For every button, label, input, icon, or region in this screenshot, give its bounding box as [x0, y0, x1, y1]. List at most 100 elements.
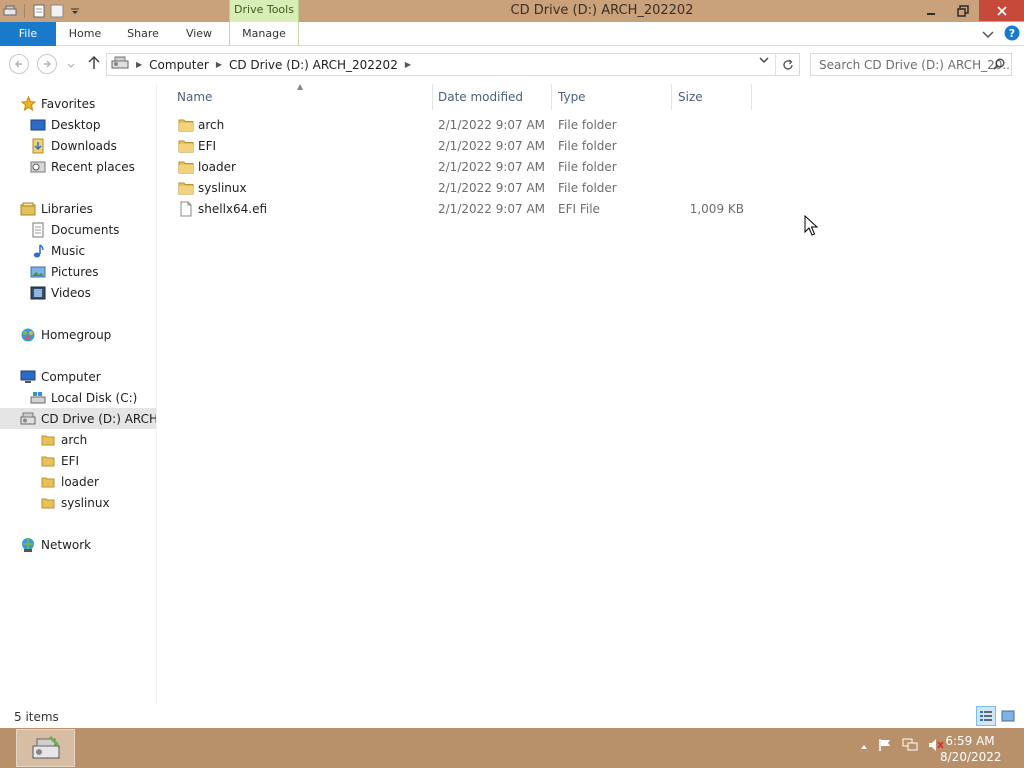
window-controls — [915, 0, 1024, 21]
tab-share[interactable]: Share — [120, 22, 166, 46]
file-row[interactable]: loader 2/1/2022 9:07 AM File folder — [176, 157, 756, 178]
column-type[interactable]: Type — [558, 90, 586, 104]
file-date: 2/1/2022 9:07 AM — [438, 160, 546, 174]
nav-cd-drive[interactable]: CD Drive (D:) ARCH_ — [0, 408, 157, 429]
nav-videos[interactable]: Videos — [30, 282, 91, 303]
close-button[interactable] — [979, 0, 1024, 21]
network-icon — [20, 537, 36, 553]
address-dropdown-icon[interactable] — [759, 56, 769, 67]
nav-music[interactable]: Music — [30, 240, 85, 261]
clock[interactable]: 6:59 AM 8/20/2022 — [940, 733, 1002, 765]
downloads-icon — [30, 138, 46, 154]
show-hidden-icons-icon[interactable] — [860, 740, 868, 753]
nav-label: Music — [51, 243, 86, 258]
nav-local-disk[interactable]: Local Disk (C:) — [30, 387, 137, 408]
nav-desktop[interactable]: Desktop — [30, 114, 101, 135]
mouse-cursor-icon — [804, 214, 819, 240]
nav-recent-places[interactable]: Recent places — [30, 156, 135, 177]
cd-drive-icon — [20, 411, 36, 427]
search-box[interactable]: Search CD Drive (D:) ARCH_20... — [810, 53, 1012, 76]
nav-label: Documents — [51, 222, 120, 237]
tab-view[interactable]: View — [176, 22, 222, 46]
column-headers: ▲ Name Date modified Type Size — [170, 82, 770, 110]
network-status-icon[interactable] — [902, 738, 918, 755]
nav-folder-efi[interactable]: EFI — [40, 450, 79, 471]
nav-libraries[interactable]: Libraries — [20, 198, 93, 219]
column-divider[interactable] — [671, 84, 672, 110]
nav-folder-syslinux[interactable]: syslinux — [40, 492, 110, 513]
recent-locations-icon[interactable] — [67, 58, 75, 72]
breadcrumb-separator-icon[interactable]: ▶ — [402, 60, 414, 69]
recent-places-icon — [30, 159, 46, 175]
nav-favorites[interactable]: Favorites — [20, 93, 95, 114]
tab-manage[interactable]: Manage — [229, 22, 299, 46]
nav-computer[interactable]: Computer — [20, 366, 101, 387]
forward-button[interactable] — [37, 54, 57, 74]
breadcrumb-separator-icon[interactable]: ▶ — [133, 60, 145, 69]
column-name[interactable]: Name — [177, 90, 212, 104]
nav-label: syslinux — [61, 495, 110, 510]
up-arrow-icon — [88, 55, 100, 69]
breadcrumb-computer[interactable]: Computer — [145, 58, 213, 72]
view-switcher — [976, 706, 1018, 726]
file-row[interactable]: syslinux 2/1/2022 9:07 AM File folder — [176, 178, 756, 199]
taskbar: 6:59 AM 8/20/2022 — [0, 728, 1024, 768]
navigation-bar: ▶ Computer ▶ CD Drive (D:) ARCH_202202 ▶… — [0, 46, 1024, 84]
minimize-button[interactable] — [915, 0, 947, 21]
nav-label: CD Drive (D:) ARCH_ — [41, 411, 157, 426]
folder-icon — [178, 159, 194, 178]
nav-label: EFI — [61, 453, 80, 468]
folder-icon — [178, 117, 194, 136]
action-center-flag-icon[interactable] — [878, 738, 892, 755]
nav-folder-loader[interactable]: loader — [40, 471, 99, 492]
taskbar-explorer-button[interactable] — [16, 729, 75, 767]
navigation-pane[interactable]: Favorites Desktop Downloads Recent place… — [0, 84, 157, 704]
refresh-button[interactable] — [775, 54, 799, 75]
file-name: arch — [198, 118, 225, 132]
file-size: 1,009 KB — [689, 202, 744, 216]
forward-arrow-icon — [44, 60, 51, 68]
column-date-modified[interactable]: Date modified — [438, 90, 523, 104]
sort-ascending-icon: ▲ — [297, 82, 304, 91]
file-type: File folder — [558, 181, 617, 195]
file-date: 2/1/2022 9:07 AM — [438, 118, 546, 132]
tab-file[interactable]: File — [0, 22, 56, 46]
breadcrumb-cd-drive[interactable]: CD Drive (D:) ARCH_202202 — [225, 58, 402, 72]
breadcrumb-separator-icon[interactable]: ▶ — [213, 60, 225, 69]
file-row[interactable]: shellx64.efi 2/1/2022 9:07 AM EFI File 1… — [176, 199, 756, 220]
file-name: syslinux — [198, 181, 247, 195]
search-icon[interactable] — [993, 58, 1005, 73]
restore-button[interactable] — [947, 0, 979, 21]
up-button[interactable] — [88, 55, 100, 73]
nav-documents[interactable]: Documents — [30, 219, 119, 240]
column-divider[interactable] — [751, 84, 752, 110]
file-row[interactable]: EFI 2/1/2022 9:07 AM File folder — [176, 136, 756, 157]
star-icon — [20, 96, 36, 112]
nav-label: Homegroup — [41, 327, 112, 342]
large-icons-view-button[interactable] — [998, 706, 1018, 726]
system-tray — [860, 738, 944, 755]
column-size[interactable]: Size — [678, 90, 703, 104]
folder-icon — [178, 138, 194, 157]
column-divider[interactable] — [551, 84, 552, 110]
minimize-icon — [927, 12, 935, 15]
nav-homegroup[interactable]: Homegroup — [20, 324, 111, 345]
help-icon[interactable]: ? — [1004, 25, 1020, 44]
drive-icon — [107, 56, 133, 73]
address-bar[interactable]: ▶ Computer ▶ CD Drive (D:) ARCH_202202 ▶ — [106, 53, 800, 76]
clock-date: 8/20/2022 — [940, 750, 1002, 764]
folder-icon — [40, 432, 56, 448]
details-view-icon — [980, 711, 992, 721]
expand-ribbon-icon[interactable] — [982, 28, 994, 42]
nav-network[interactable]: Network — [20, 534, 91, 555]
nav-folder-arch[interactable]: arch — [40, 429, 87, 450]
folder-icon — [40, 474, 56, 490]
title-bar: Drive Tools CD Drive (D:) ARCH_202202 — [0, 0, 1024, 22]
details-view-button[interactable] — [976, 706, 996, 726]
column-divider[interactable] — [432, 84, 433, 110]
file-row[interactable]: arch 2/1/2022 9:07 AM File folder — [176, 115, 756, 136]
nav-pictures[interactable]: Pictures — [30, 261, 99, 282]
tab-home[interactable]: Home — [62, 22, 108, 46]
back-button[interactable] — [9, 54, 29, 74]
nav-downloads[interactable]: Downloads — [30, 135, 117, 156]
